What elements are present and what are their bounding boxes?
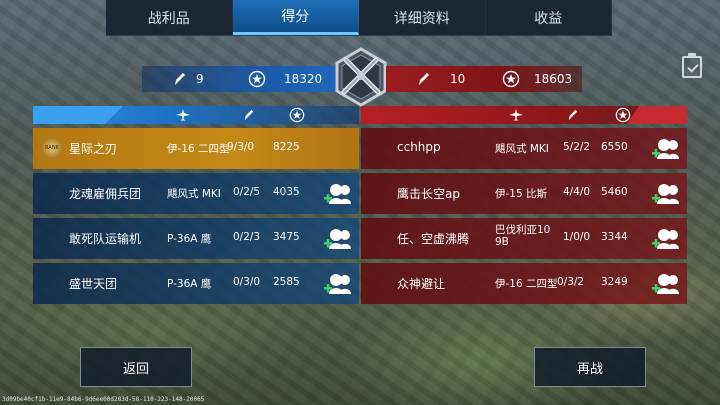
player-plane: P-36A 鹰 [167, 233, 212, 245]
player-name: 鹰击长空ap [397, 187, 460, 201]
blue-kills: 9 [196, 72, 204, 86]
player-name: 龙魂雇佣兵团 [69, 187, 142, 201]
player-score: 3475 [273, 231, 300, 243]
player-kda: 0/2/3 [233, 231, 261, 243]
kill-icon [244, 109, 254, 121]
score-icon [615, 107, 631, 123]
player-kda: 9/3/0 [227, 141, 255, 153]
player-plane: 飓风式 MKⅠ [495, 143, 549, 155]
kill-icon [419, 73, 429, 85]
player-plane: 飓风式 MKⅠ [167, 188, 221, 200]
play-again-button[interactable]: 再战 [534, 347, 646, 387]
tab-details[interactable]: 详细资料 [359, 0, 486, 35]
add-friend-icon[interactable] [651, 272, 681, 296]
player-score: 2585 [273, 276, 300, 288]
add-friend-icon[interactable] [323, 272, 353, 296]
player-score: 3344 [601, 231, 628, 243]
player-row[interactable]: 盛世天团 P-36A 鹰 0/3/0 2585 [33, 263, 359, 304]
back-button[interactable]: 返回 [80, 347, 192, 387]
clipboard-icon[interactable] [682, 53, 702, 78]
player-row[interactable]: 任、空虚沸腾 巴伐利亚10 9B 1/0/0 3344 [361, 218, 687, 259]
player-score: 4035 [273, 186, 300, 198]
red-score: 18603 [534, 72, 573, 86]
player-plane: 伊-16 二四型 [167, 143, 230, 155]
score-icon [502, 70, 520, 88]
score-icon [248, 70, 266, 88]
blue-team-summary: 9 18320 [142, 66, 338, 92]
kill-icon [175, 73, 185, 85]
player-name: 星际之刃 [69, 142, 118, 156]
plane-icon [509, 109, 523, 121]
player-kda: 0/3/0 [233, 276, 261, 288]
player-score: 5460 [601, 186, 628, 198]
tab-bar: 战利品 得分 详细资料 收益 [106, 0, 612, 36]
kill-icon [568, 109, 578, 121]
debug-id-text: 3d09be40cf1b-11e9-84b6-9d6ee00d283d-58-1… [2, 396, 205, 403]
red-team-header [361, 106, 687, 124]
player-score: 6550 [601, 141, 628, 153]
player-kda: 5/2/2 [563, 141, 591, 153]
blue-team-panel: RANK 星际之刃 伊-16 二四型 9/3/0 8225 龙魂雇佣兵团 飓风式… [33, 106, 359, 304]
tab-loot[interactable]: 战利品 [106, 0, 233, 35]
add-friend-icon[interactable] [651, 182, 681, 206]
player-score: 3249 [601, 276, 628, 288]
plane-icon [176, 109, 190, 121]
player-name: 任、空虚沸腾 [397, 232, 470, 246]
crossed-swords-emblem-icon [335, 47, 387, 107]
blue-score: 18320 [284, 72, 323, 86]
player-plane: 巴伐利亚10 9B [495, 224, 551, 248]
player-kda: 4/4/0 [563, 186, 591, 198]
player-row[interactable]: 敢死队运输机 P-36A 鹰 0/2/3 3475 [33, 218, 359, 259]
player-kda: 1/0/0 [563, 231, 591, 243]
player-name: 敢死队运输机 [69, 232, 142, 246]
add-friend-icon[interactable] [323, 182, 353, 206]
player-plane: P-36A 鹰 [167, 278, 212, 290]
red-team-panel: cchhpp 飓风式 MKⅠ 5/2/2 6550 鹰击长空ap 伊-15 比斯… [361, 106, 687, 304]
player-plane: 伊-16 二四型 [495, 278, 558, 290]
add-friend-icon[interactable] [651, 137, 681, 161]
player-row[interactable]: 龙魂雇佣兵团 飓风式 MKⅠ 0/2/5 4035 [33, 173, 359, 214]
player-kda: 0/2/5 [233, 186, 261, 198]
blue-team-header [33, 106, 359, 124]
player-row[interactable]: 鹰击长空ap 伊-15 比斯 4/4/0 5460 [361, 173, 687, 214]
rank-badge-icon: RANK [41, 138, 63, 158]
tab-earnings[interactable]: 收益 [486, 0, 612, 35]
player-score: 8225 [273, 141, 300, 153]
add-friend-icon[interactable] [323, 227, 353, 251]
player-kda: 0/3/2 [557, 276, 585, 288]
player-name: 众神避让 [397, 277, 446, 291]
player-row[interactable]: 众神避让 伊-16 二四型 0/3/2 3249 [361, 263, 687, 304]
player-plane: 伊-15 比斯 [495, 188, 547, 200]
tab-score[interactable]: 得分 [232, 0, 359, 35]
score-icon [289, 107, 305, 123]
player-row-self[interactable]: RANK 星际之刃 伊-16 二四型 9/3/0 8225 [33, 128, 359, 169]
player-name: cchhpp [397, 140, 441, 154]
red-kills: 10 [450, 72, 466, 86]
player-row[interactable]: cchhpp 飓风式 MKⅠ 5/2/2 6550 [361, 128, 687, 169]
player-name: 盛世天团 [69, 277, 118, 291]
red-team-summary: 10 18603 [386, 66, 582, 92]
add-friend-icon[interactable] [651, 227, 681, 251]
